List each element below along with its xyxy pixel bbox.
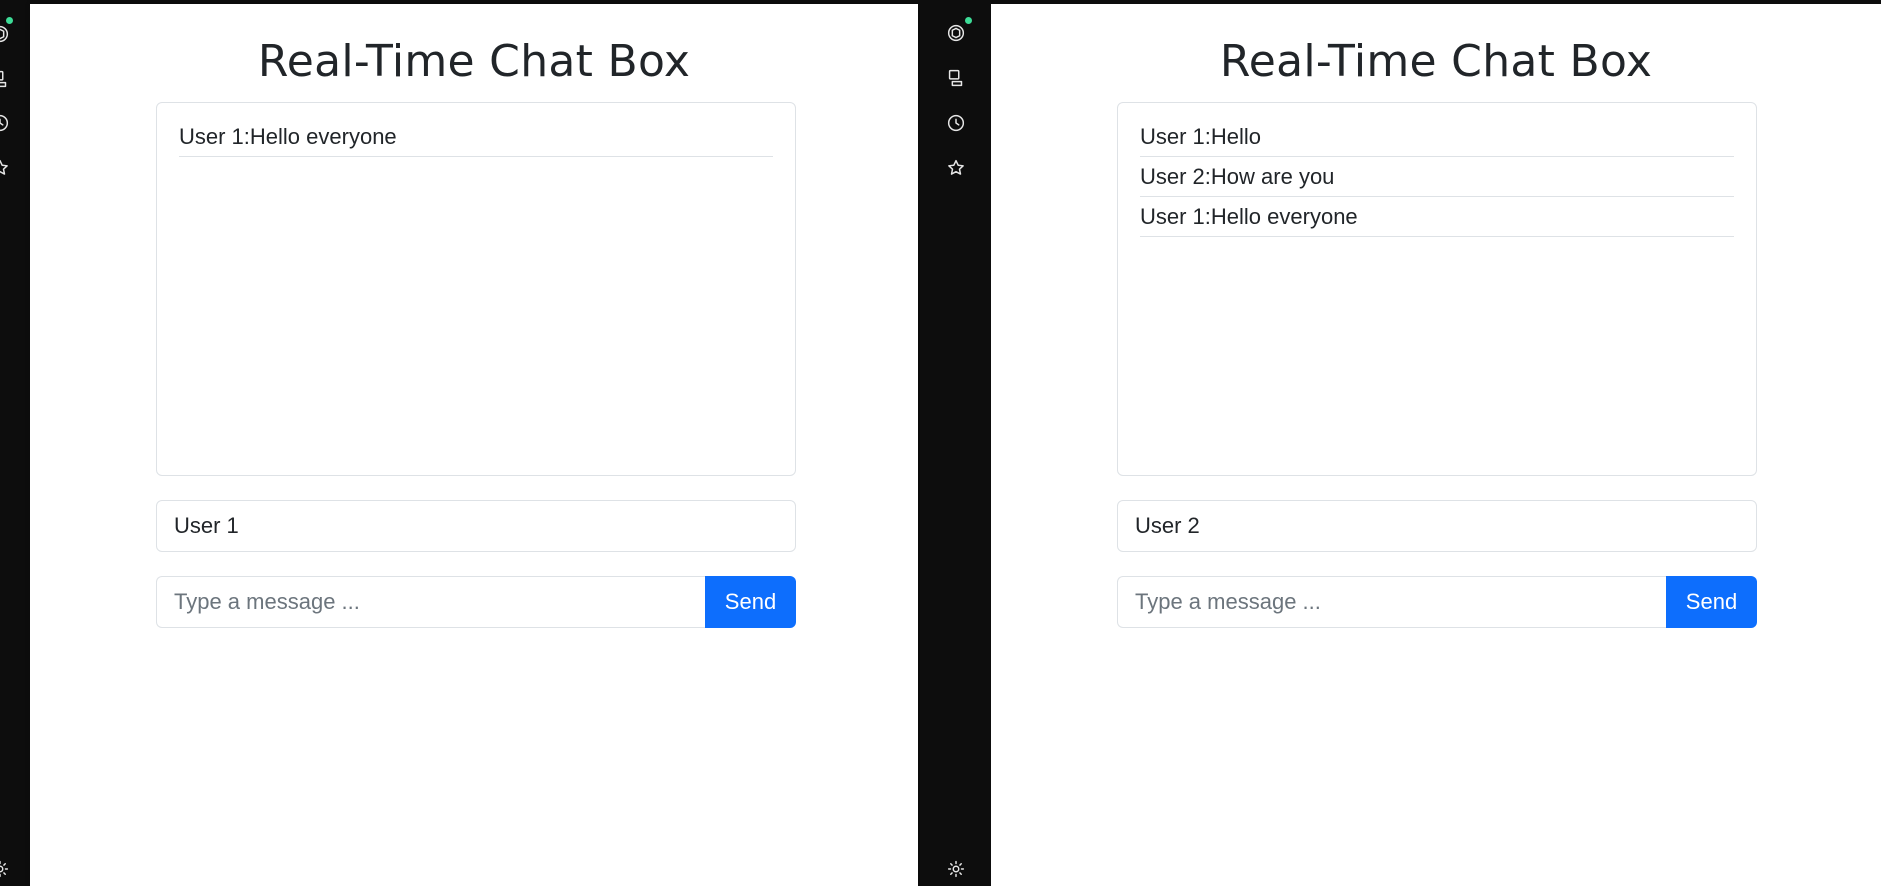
chatgpt-icon[interactable] bbox=[944, 21, 968, 45]
settings-icon[interactable] bbox=[944, 857, 968, 881]
right-chat-window: Real-Time Chat Box User 1:Hello User 2:H… bbox=[991, 4, 1881, 886]
page-title: Real-Time Chat Box bbox=[1219, 36, 1653, 87]
send-button[interactable]: Send bbox=[705, 576, 796, 628]
left-chat-window: Real-Time Chat Box User 1:Hello everyone… bbox=[30, 4, 918, 886]
username-field[interactable]: User 2 bbox=[1117, 500, 1757, 552]
star-icon[interactable] bbox=[0, 156, 12, 180]
star-icon[interactable] bbox=[944, 156, 968, 180]
robot-icon[interactable] bbox=[0, 67, 12, 91]
chat-messages-box: User 1:Hello everyone bbox=[156, 102, 796, 476]
chat-message: User 2:How are you bbox=[1140, 157, 1734, 197]
left-sidebar-rail bbox=[0, 0, 30, 886]
chat-message: User 1:Hello everyone bbox=[179, 117, 773, 157]
right-sidebar-rail bbox=[920, 0, 991, 886]
chat-messages-box: User 1:Hello User 2:How are you User 1:H… bbox=[1117, 102, 1757, 476]
message-input[interactable]: Type a message ... bbox=[156, 576, 705, 628]
send-button[interactable]: Send bbox=[1666, 576, 1757, 628]
chatgpt-icon[interactable] bbox=[0, 22, 12, 46]
message-input[interactable]: Type a message ... bbox=[1117, 576, 1666, 628]
robot-icon[interactable] bbox=[944, 66, 968, 90]
page-title: Real-Time Chat Box bbox=[257, 36, 691, 87]
history-icon[interactable] bbox=[0, 111, 12, 135]
username-field[interactable]: User 1 bbox=[156, 500, 796, 552]
status-dot bbox=[6, 17, 13, 24]
settings-icon[interactable] bbox=[0, 857, 12, 881]
chat-message: User 1:Hello bbox=[1140, 117, 1734, 157]
message-input-group: Type a message ... Send bbox=[1117, 576, 1757, 628]
chat-message: User 1:Hello everyone bbox=[1140, 197, 1734, 237]
history-icon[interactable] bbox=[944, 111, 968, 135]
status-dot bbox=[965, 17, 972, 24]
message-input-group: Type a message ... Send bbox=[156, 576, 796, 628]
